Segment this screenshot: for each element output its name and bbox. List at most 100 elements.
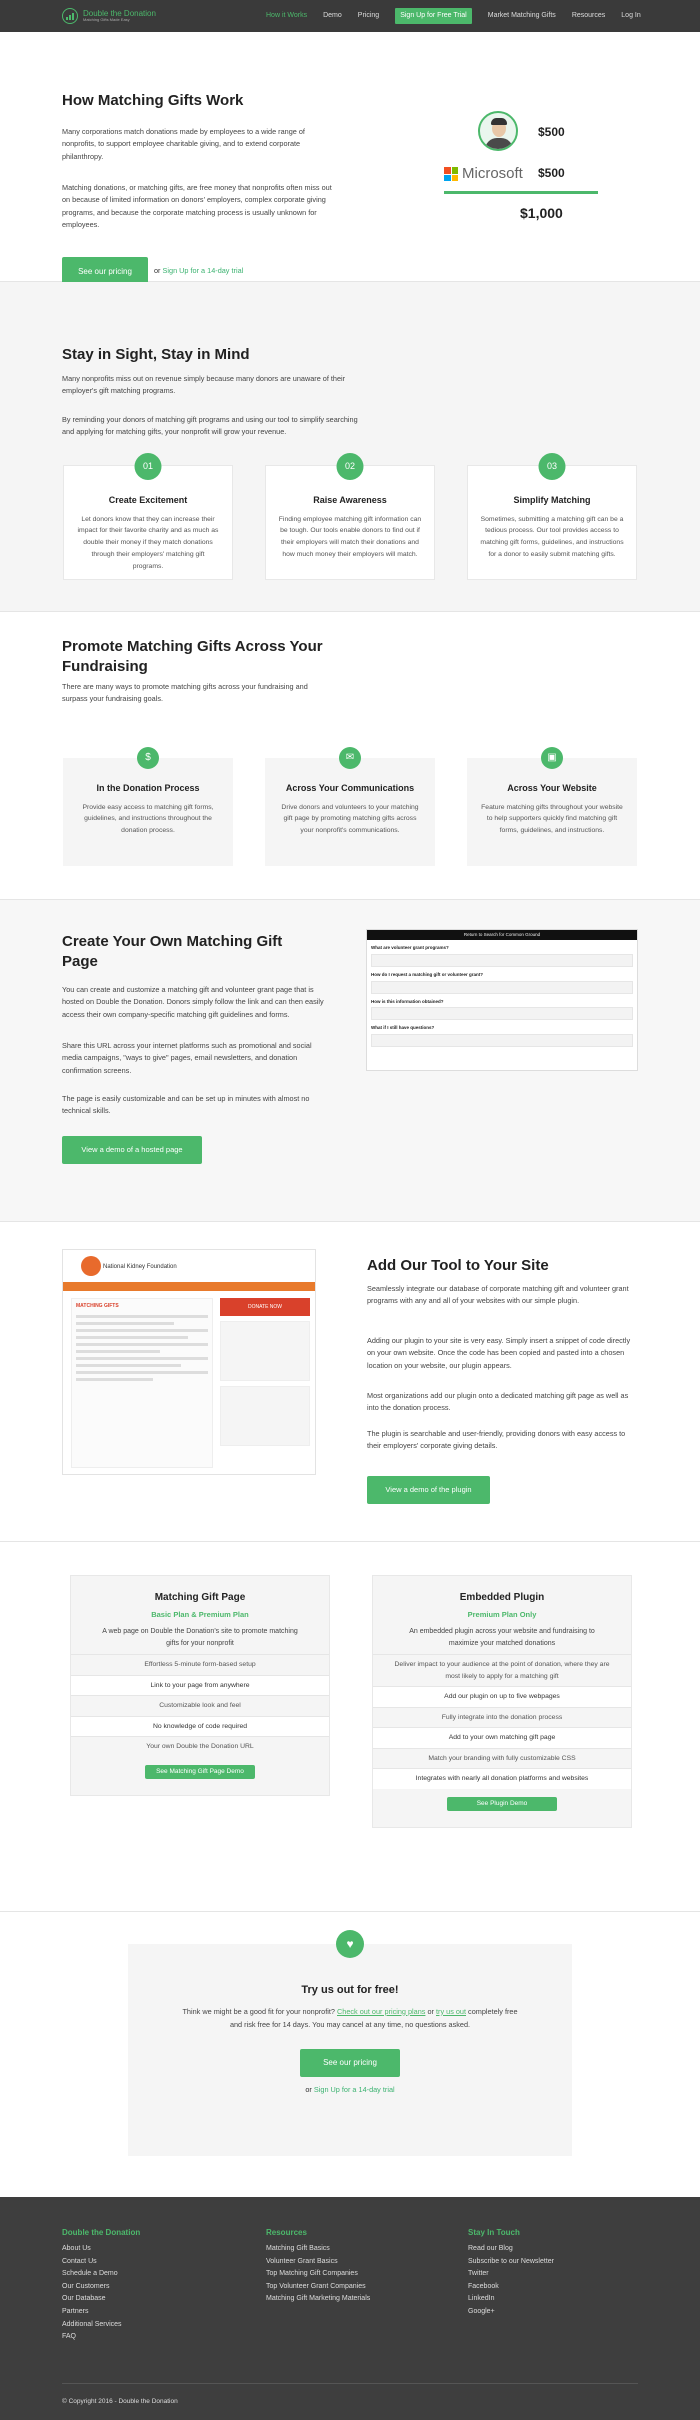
faq-question: What if I still have questions?	[371, 1025, 435, 1031]
plugin-demo-button[interactable]: View a demo of the plugin	[367, 1476, 490, 1504]
card-title: In the Donation Process	[96, 783, 200, 793]
org-name: National Kidney Foundation	[103, 1264, 177, 1270]
footer-heading: Double the Donation	[62, 2228, 141, 2237]
donor-avatar	[478, 111, 518, 151]
plan-feature: Add to your own matching gift page	[373, 1727, 631, 1748]
section-title: Add Our Tool to Your Site	[367, 1257, 549, 1274]
heart-icon: ♥	[336, 1930, 364, 1958]
plan-feature: Fully integrate into the donation proces…	[373, 1706, 631, 1728]
footer-link[interactable]: Subscribe to our Newsletter	[468, 2256, 554, 2269]
plan-description: A web page on Double the Donation's site…	[102, 1628, 298, 1648]
footer-heading: Resources	[266, 2228, 307, 2237]
footer-link[interactable]: Our Database	[62, 2293, 140, 2306]
nav-resources[interactable]: Resources	[572, 11, 605, 22]
footer-link[interactable]: Top Volunteer Grant Companies	[266, 2281, 370, 2294]
donation-amount: $500	[538, 125, 565, 139]
card-description: Provide easy access to matching gift for…	[82, 803, 214, 835]
section-title: Promote Matching Gifts Across Your Fundr…	[62, 638, 323, 675]
logo-bars-icon	[62, 8, 78, 24]
pricing-plans-link[interactable]: Check out our pricing plans	[337, 2007, 425, 2016]
plugin-section: National Kidney Foundation MATCHING GIFT…	[0, 1222, 700, 1542]
card-title: Across Your Communications	[285, 783, 415, 793]
footer-link[interactable]: Facebook	[468, 2281, 554, 2294]
step-number: 03	[538, 453, 566, 480]
screenshot-header: Return to Search for Common Ground	[367, 930, 637, 940]
footer-link[interactable]: About Us	[62, 2243, 140, 2256]
benefit-card: 03 Simplify Matching Sometimes, submitti…	[467, 453, 637, 580]
footer-link[interactable]: Google+	[468, 2306, 554, 2319]
card-description: Sometimes, submitting a matching gift ca…	[480, 515, 624, 559]
plan-card-plugin: Embedded Plugin Premium Plan Only An emb…	[372, 1575, 632, 1828]
footer-link[interactable]: Top Matching Gift Companies	[266, 2268, 370, 2281]
copyright: © Copyright 2016 - Double the Donation	[62, 2398, 178, 2405]
promote-card: ✉ Across Your Communications Drive donor…	[265, 747, 435, 866]
chat-icon: ✉	[339, 747, 361, 769]
footer-divider	[62, 2383, 638, 2384]
nav-pricing[interactable]: Pricing	[358, 11, 379, 22]
card-description: Finding employee matching gift informati…	[278, 515, 422, 559]
footer-link[interactable]: FAQ	[62, 2331, 140, 2344]
section-paragraph: Share this URL across your internet plat…	[62, 1041, 312, 1075]
plan-feature: Deliver impact to your audience at the p…	[373, 1654, 631, 1686]
nav-login[interactable]: Log In	[621, 11, 640, 22]
org-main-content: MATCHING GIFTS	[71, 1298, 213, 1468]
trial-line: or Sign Up for a 14-day trial	[128, 2085, 572, 2096]
section-paragraph: Most organizations add our plugin onto a…	[367, 1391, 629, 1413]
stay-in-sight-section: Stay in Sight, Stay in Mind Many nonprof…	[0, 282, 700, 612]
footer-link[interactable]: LinkedIn	[468, 2293, 554, 2306]
nav-demo[interactable]: Demo	[323, 11, 342, 22]
faq-answer	[371, 953, 633, 967]
trial-text: or	[427, 2006, 434, 2016]
section-title: How Matching Gifts Work	[62, 92, 244, 109]
nav-market[interactable]: Market Matching Gifts	[488, 11, 556, 22]
card-description: Let donors know that they can increase t…	[77, 515, 219, 571]
plan-feature: Link to your page from anywhere	[71, 1674, 329, 1696]
intro-paragraph: Many corporations match donations made b…	[62, 127, 305, 161]
trial-link[interactable]: Sign Up for a 14-day trial	[163, 266, 244, 275]
promote-card: $ In the Donation Process Provide easy a…	[63, 747, 233, 866]
section-title: Stay in Sight, Stay in Mind	[62, 346, 250, 363]
dollar-icon: $	[137, 747, 159, 769]
footer-link[interactable]: Read our Blog	[468, 2243, 554, 2256]
trial-link[interactable]: Sign Up for a 14-day trial	[314, 2085, 395, 2094]
plugin-demo-button-small[interactable]: See Plugin Demo	[447, 1796, 557, 1811]
faq-question: How is this information obtained?	[371, 998, 444, 1004]
footer-link[interactable]: Additional Services	[62, 2319, 140, 2332]
promote-card: ▣ Across Your Website Feature matching g…	[467, 747, 637, 866]
footer-link[interactable]: Partners	[62, 2306, 140, 2319]
footer-link[interactable]: Twitter	[468, 2268, 554, 2281]
section-paragraph: The plugin is searchable and user-friend…	[367, 1429, 626, 1451]
benefit-card: 01 Create Excitement Let donors know tha…	[63, 453, 233, 580]
footer-col-resources: Resources Matching Gift Basics Volunteer…	[266, 2227, 370, 2306]
gift-page-demo-button[interactable]: See Matching Gift Page Demo	[145, 1764, 255, 1779]
hosted-page-screenshot: Return to Search for Common Ground What …	[366, 929, 638, 1071]
footer-link[interactable]: Matching Gift Marketing Materials	[266, 2293, 370, 2306]
see-pricing-button[interactable]: See our pricing	[300, 2048, 400, 2077]
employer-logo: Microsoft	[444, 163, 523, 186]
website-icon: ▣	[541, 747, 563, 769]
plan-feature: Effortless 5-minute form-based setup	[71, 1654, 329, 1675]
faq-answer	[371, 1007, 633, 1021]
footer-link[interactable]: Volunteer Grant Basics	[266, 2256, 370, 2269]
plan-card-gift-page: Matching Gift Page Basic Plan & Premium …	[70, 1575, 330, 1796]
logo[interactable]: Double the Donation Matching Gifts Made …	[62, 8, 156, 24]
nav-free-trial-button[interactable]: Sign Up for Free Trial	[395, 7, 472, 25]
plan-feature: Match your branding with fully customiza…	[373, 1747, 631, 1769]
trial-section: ♥ Try us out for free! Think we might be…	[0, 1912, 700, 2197]
donate-now-button[interactable]: DONATE NOW	[220, 1298, 310, 1316]
trial-box: ♥ Try us out for free! Think we might be…	[128, 1930, 572, 2156]
plan-description: An embedded plugin across your website a…	[409, 1628, 595, 1648]
detail-paragraph: Matching donations, or matching gifts, a…	[62, 183, 332, 230]
footer-link[interactable]: Matching Gift Basics	[266, 2243, 370, 2256]
card-title: Create Excitement	[108, 495, 188, 505]
or-text: or	[305, 2084, 312, 2094]
plan-subtitle: Premium Plan Only	[467, 1610, 537, 1619]
section-paragraph: Seamlessly integrate our database of cor…	[367, 1284, 629, 1306]
footer-link[interactable]: Our Customers	[62, 2281, 140, 2294]
nav-how-it-works[interactable]: How it Works	[266, 11, 307, 22]
footer-link[interactable]: Schedule a Demo	[62, 2268, 140, 2281]
try-us-link[interactable]: try us out	[436, 2007, 466, 2016]
faq-answer	[371, 980, 633, 994]
hosted-page-demo-button[interactable]: View a demo of a hosted page	[62, 1136, 202, 1164]
footer-link[interactable]: Contact Us	[62, 2256, 140, 2269]
